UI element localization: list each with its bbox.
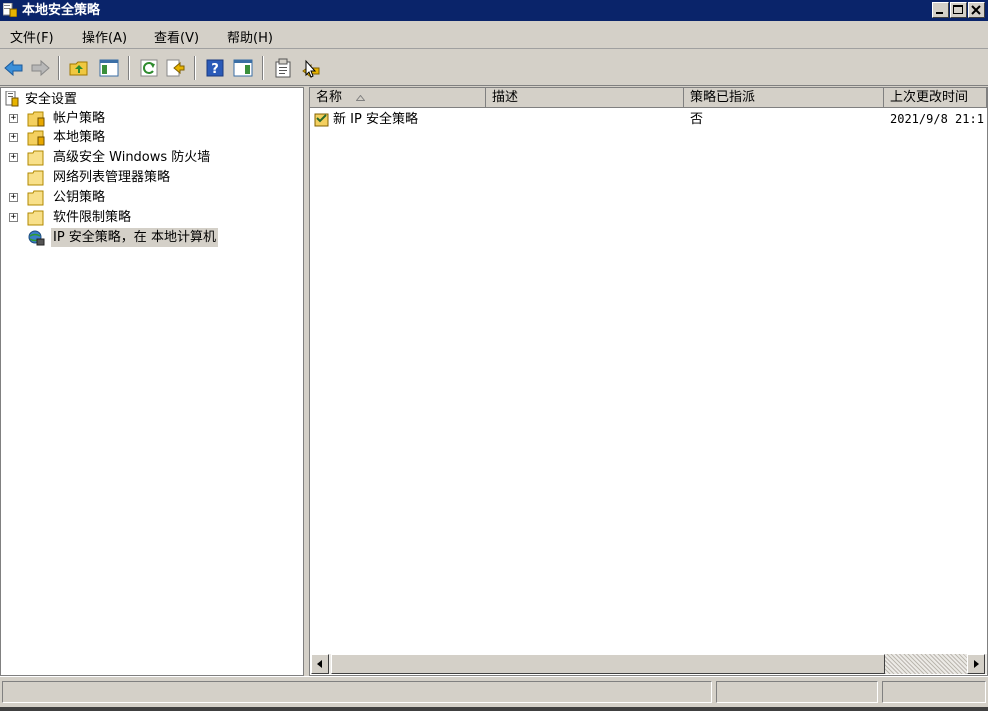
security-settings-icon	[5, 91, 19, 107]
status-panel-2	[716, 681, 878, 703]
status-panel-3	[882, 681, 986, 703]
toolbar: ?	[0, 50, 988, 86]
console-tree[interactable]: 安全设置 + 帐户策略 + 本地策略 + 高级安全 Windows 防火墙 网络…	[0, 87, 304, 676]
result-list[interactable]: 名称 描述 策略已指派 上次更改时间 新 IP 安全策略 否 2021/9/8 …	[309, 87, 988, 676]
ip-policy-icon	[314, 113, 329, 127]
refresh-icon[interactable]	[138, 57, 160, 79]
expand-icon[interactable]: +	[9, 213, 18, 222]
tree-item-label: 安全设置	[25, 92, 78, 107]
sort-ascending-icon	[356, 95, 365, 101]
expand-icon[interactable]: +	[9, 114, 18, 123]
menu-view[interactable]: 查看(V)	[154, 27, 199, 46]
forward-arrow-icon[interactable]	[29, 57, 51, 79]
minimize-button[interactable]	[932, 2, 949, 18]
status-bar	[0, 676, 988, 711]
tree-item-label-selected: IP 安全策略，在 本地计算机	[51, 228, 218, 247]
ip-security-icon	[28, 230, 45, 246]
horizontal-scrollbar[interactable]	[311, 654, 987, 674]
column-header-name[interactable]: 名称	[310, 88, 486, 108]
scroll-right-button[interactable]	[967, 654, 985, 674]
scrollbar-track[interactable]	[885, 654, 967, 674]
maximize-button[interactable]	[950, 2, 967, 18]
folder-key-icon	[27, 111, 45, 127]
tree-item-label: 帐户策略	[53, 111, 106, 126]
scroll-left-button[interactable]	[311, 654, 329, 674]
back-arrow-icon[interactable]	[3, 57, 25, 79]
window-title: 本地安全策略	[22, 3, 101, 18]
show-hide-action-pane-icon[interactable]	[232, 57, 254, 79]
minimize-icon	[936, 12, 943, 14]
arrow-right-icon	[974, 660, 979, 668]
properties-icon[interactable]	[272, 57, 294, 79]
column-label: 名称	[316, 90, 343, 105]
expand-icon[interactable]: +	[9, 153, 18, 162]
tree-item-label: 本地策略	[53, 130, 106, 145]
menu-help[interactable]: 帮助(H)	[227, 27, 273, 46]
tree-item-label: 软件限制策略	[53, 210, 132, 225]
expand-icon[interactable]: +	[9, 193, 18, 202]
manage-filter-icon[interactable]	[300, 57, 322, 79]
close-icon	[971, 5, 981, 15]
up-folder-icon[interactable]	[68, 57, 90, 79]
toolbar-separator	[58, 56, 60, 80]
menu-action[interactable]: 操作(A)	[82, 27, 127, 46]
export-list-icon[interactable]	[164, 57, 186, 79]
column-header-description[interactable]: 描述	[486, 88, 684, 108]
menu-bar: 文件(F) 操作(A) 查看(V) 帮助(H)	[0, 21, 988, 49]
close-button[interactable]	[968, 2, 985, 18]
cell-name: 新 IP 安全策略	[333, 112, 418, 127]
app-icon	[3, 3, 17, 17]
title-bar[interactable]: 本地安全策略	[0, 0, 988, 21]
folder-icon	[27, 150, 44, 166]
column-label: 策略已指派	[690, 90, 756, 105]
arrow-left-icon	[317, 660, 322, 668]
tree-item-label: 网络列表管理器策略	[53, 170, 171, 185]
toolbar-separator	[128, 56, 130, 80]
status-panel-main	[2, 681, 712, 703]
help-icon[interactable]: ?	[204, 57, 226, 79]
cell-last-modified: 2021/9/8 21:1	[890, 112, 984, 126]
toolbar-separator	[262, 56, 264, 80]
svg-text:?: ?	[211, 62, 219, 77]
column-label: 描述	[492, 90, 519, 105]
column-header-last-modified[interactable]: 上次更改时间	[884, 88, 987, 108]
expand-icon[interactable]: +	[9, 133, 18, 142]
tree-item-label: 高级安全 Windows 防火墙	[53, 150, 211, 165]
toolbar-separator	[194, 56, 196, 80]
scrollbar-thumb[interactable]	[331, 654, 885, 674]
maximize-icon	[953, 5, 963, 14]
folder-icon	[27, 190, 44, 206]
column-header-policy-assigned[interactable]: 策略已指派	[684, 88, 884, 108]
menu-file[interactable]: 文件(F)	[10, 27, 54, 46]
show-hide-console-tree-icon[interactable]	[98, 57, 120, 79]
cell-policy-assigned: 否	[690, 112, 704, 127]
cell-description	[492, 110, 682, 129]
folder-icon	[27, 210, 44, 226]
tree-item-label: 公钥策略	[53, 190, 106, 205]
folder-icon	[27, 170, 44, 186]
column-label: 上次更改时间	[890, 90, 969, 105]
window-bottom-edge	[0, 707, 988, 711]
folder-key-icon	[27, 130, 45, 146]
